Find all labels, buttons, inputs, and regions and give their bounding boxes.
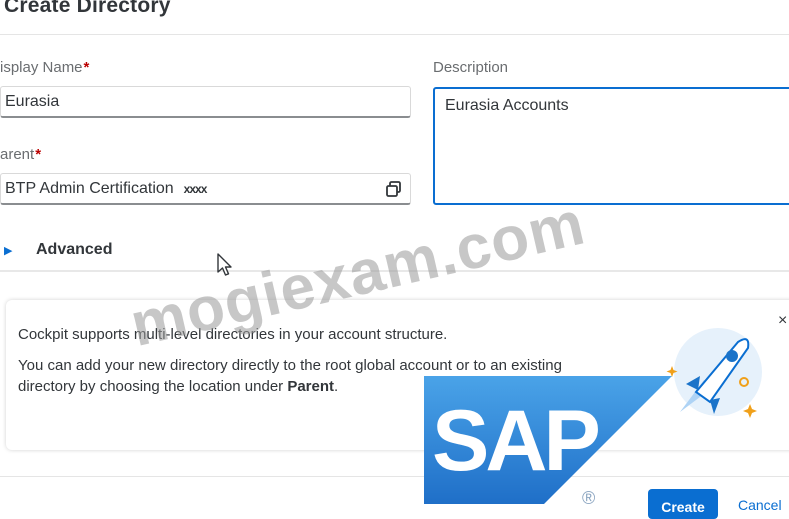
info-line-3-end: . [334, 378, 339, 395]
parent-label: arent* [0, 146, 41, 163]
display-name-value: Eurasia [5, 93, 60, 110]
parent-masked-id: xxxx [183, 182, 208, 196]
svg-text:®: ® [582, 488, 595, 508]
mouse-pointer-icon [217, 253, 232, 276]
dialog-title: Create Directory [4, 0, 171, 17]
parent-label-text: arent [0, 146, 35, 163]
sap-logo: SAP ® [424, 376, 672, 508]
advanced-divider [0, 270, 789, 272]
display-name-label-text: isplay Name [0, 59, 83, 76]
svg-text:SAP: SAP [432, 393, 598, 489]
cancel-button[interactable]: Cancel [738, 497, 782, 513]
parent-value: BTP Admin Certification xxxx [5, 180, 208, 198]
description-value: Eurasia Accounts [445, 97, 569, 114]
info-parent-emphasis: Parent [287, 378, 335, 395]
description-textarea[interactable]: Eurasia Accounts [433, 87, 789, 205]
title-divider [0, 34, 789, 35]
description-label: Description [433, 59, 509, 76]
expand-caret-icon[interactable]: ▶ [4, 244, 12, 257]
advanced-label: Advanced [36, 241, 113, 258]
required-marker: * [83, 59, 90, 76]
advanced-section-toggle[interactable]: ▶ Advanced [0, 236, 789, 272]
display-name-input[interactable]: Eurasia [0, 86, 411, 118]
required-marker: * [35, 146, 42, 163]
info-line-1: Cockpit supports multi-level directories… [18, 326, 448, 343]
parent-value-text: BTP Admin Certification [5, 180, 174, 197]
info-line-3: directory by choosing the location under… [18, 378, 338, 395]
parent-input[interactable]: BTP Admin Certification xxxx [0, 173, 411, 205]
info-line-3-text: directory by choosing the location under [18, 378, 288, 395]
close-icon[interactable]: × [778, 312, 787, 330]
copy-icon[interactable] [385, 180, 403, 198]
info-line-2: You can add your new directory directly … [18, 357, 562, 374]
display-name-label: isplay Name* [0, 59, 89, 76]
